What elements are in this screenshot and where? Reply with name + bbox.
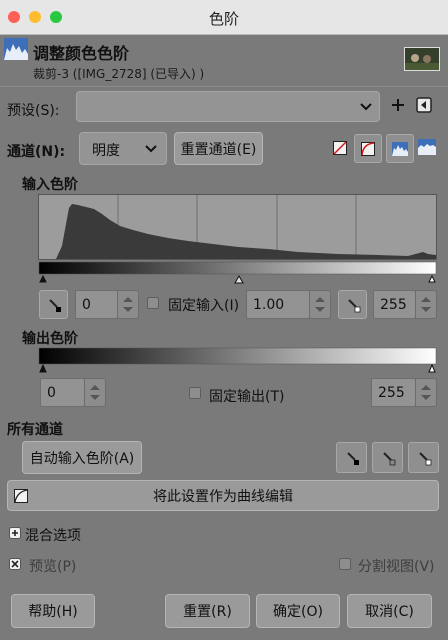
output-black-spinner[interactable] [84,378,106,407]
add-preset-icon[interactable] [391,98,405,112]
cancel-button[interactable]: 取消(C) [347,594,432,628]
clamp-output-checkbox[interactable] [189,387,201,399]
log-histogram-button[interactable] [354,134,382,163]
linear-scale-button[interactable] [386,134,414,163]
black-eyedropper-icon [49,299,61,312]
input-white-handle [428,274,436,283]
input-black-field[interactable]: 0 [75,290,118,319]
edit-as-curves-button[interactable]: 将此设置作为曲线编辑 [7,480,439,511]
input-levels-heading: 输入色阶 [22,177,78,193]
input-gamma-handle [234,274,244,284]
white-eyedropper-icon [348,299,361,313]
pick-black-point-button[interactable] [39,290,68,319]
image-subtitle: 裁剪-3 ([IMG_2728] (已导入) ) [33,67,205,81]
input-gamma-field[interactable]: 1.00 [246,290,310,319]
edit-as-curves-label: 将此设置作为曲线编辑 [153,488,293,505]
output-black-field[interactable]: 0 [40,378,85,407]
clamp-input-checkbox[interactable] [147,297,159,309]
histogram-icon [392,142,408,156]
clamp-input-label: 固定输入(I) [168,298,240,314]
clamp-output-label: 固定输出(T) [209,389,285,405]
linear-histogram-icon[interactable] [333,141,347,155]
output-white-spinner[interactable] [415,378,437,407]
input-black-spinner[interactable] [117,290,139,319]
all-channels-heading: 所有通道 [7,422,63,438]
presets-label: 预设(S): [7,103,60,119]
chevron-down-icon [145,145,157,153]
window-title: 色阶 [208,10,239,28]
header-divider [0,86,448,87]
input-white-field[interactable]: 255 [373,290,416,319]
output-gradient[interactable] [38,347,437,373]
blending-options-label[interactable]: 混合选项 [25,525,81,545]
log-histogram-icon [361,142,375,156]
expand-plus-icon[interactable] [9,527,21,539]
preview-checkbox[interactable] [9,558,21,570]
input-black-handle [39,274,47,283]
channel-value: 明度 [92,143,120,159]
white-eyedropper-icon [419,452,432,466]
pick-white-all-button[interactable] [408,442,439,473]
output-white-handle [428,363,436,373]
channel-label: 通道(N): [7,144,66,160]
histogram-view[interactable] [38,194,437,286]
log-scale-icon[interactable] [418,139,436,155]
help-button[interactable]: 帮助(H) [11,594,95,628]
image-thumbnail [404,47,440,71]
preview-label: 预览(P) [29,559,77,575]
pick-black-all-button[interactable] [336,442,367,473]
ok-button[interactable]: 确定(O) [256,594,340,628]
chevron-down-icon [360,103,372,111]
input-white-spinner[interactable] [415,290,437,319]
pick-gray-all-button[interactable] [372,442,403,473]
output-white-field[interactable]: 255 [371,378,416,407]
reset-button[interactable]: 重置(R) [165,594,250,628]
output-levels-heading: 输出色阶 [22,331,78,347]
curves-icon [14,489,28,503]
channel-combo[interactable]: 明度 [79,132,167,165]
gray-eyedropper-icon [383,452,396,466]
levels-icon [4,38,28,60]
split-view-checkbox[interactable] [339,558,351,570]
pick-white-point-button[interactable] [338,290,367,319]
reset-channel-button[interactable]: 重置通道(E) [174,132,263,165]
output-black-handle [39,363,47,373]
presets-combo[interactable] [76,91,380,122]
preset-menu-icon[interactable] [416,97,432,113]
black-eyedropper-icon [347,452,359,465]
dialog-heading: 调整颜色色阶 [33,44,130,63]
title-bar: 色阶 [0,0,448,35]
split-view-label: 分割视图(V) [358,559,435,575]
auto-input-levels-button[interactable]: 自动输入色阶(A) [22,441,142,474]
input-gamma-spinner[interactable] [309,290,331,319]
